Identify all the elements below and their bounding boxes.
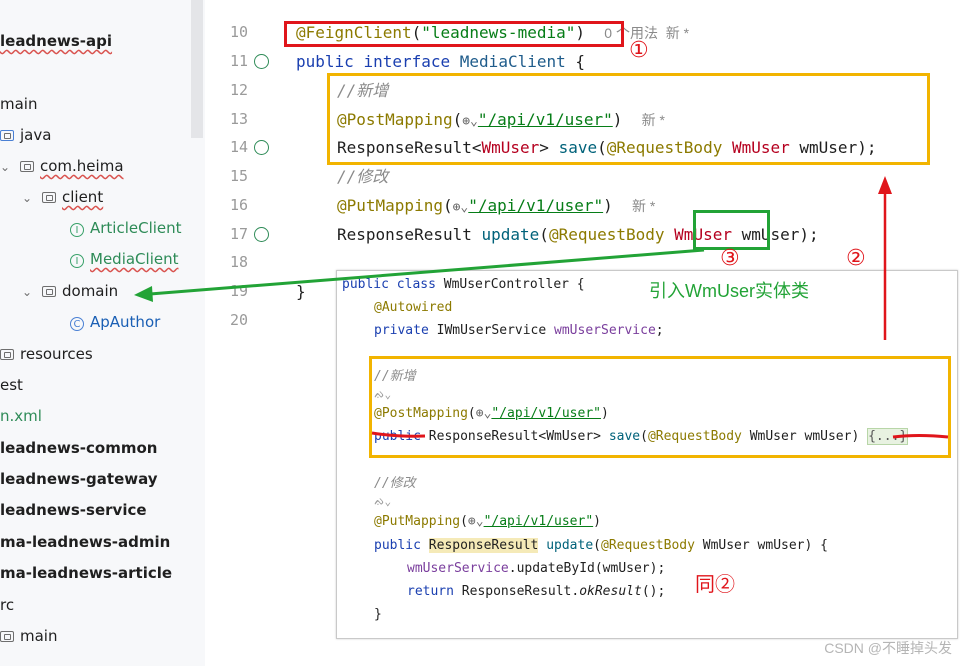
overlay-post-highlight-box bbox=[369, 356, 951, 458]
tree-item-leadnews-api[interactable]: leadnews-api bbox=[0, 26, 112, 57]
tree-item-resources[interactable]: resources bbox=[0, 339, 93, 370]
tree-item-leadnews-gateway[interactable]: leadnews-gateway bbox=[0, 464, 158, 495]
folder-icon bbox=[42, 286, 56, 297]
tree-item-leadnews-service[interactable]: leadnews-service bbox=[0, 495, 147, 526]
tree-item-com-heima[interactable]: ⌄ com.heima bbox=[0, 151, 124, 182]
marker-1: ① bbox=[629, 38, 649, 63]
folder-icon bbox=[0, 349, 14, 360]
watermark: CSDN @不睡掉头发 bbox=[824, 640, 952, 656]
globe-icon: ⊕⌄ bbox=[467, 514, 484, 529]
overlay-line: } bbox=[374, 607, 382, 622]
interface-icon: I bbox=[70, 254, 84, 268]
line-number: 16 bbox=[229, 196, 248, 214]
line-number: 17 bbox=[229, 225, 248, 243]
tree-item-media-client[interactable]: I MediaClient bbox=[70, 244, 178, 275]
tree-item-domain[interactable]: ⌄ domain bbox=[22, 276, 118, 307]
overlay-line: @PutMapping(⊕⌄"/api/v1/user") bbox=[374, 514, 601, 529]
overlay-line: private IWmUserService wmUserService; bbox=[374, 323, 664, 338]
line-number: 10 bbox=[229, 23, 248, 41]
interface-icon: I bbox=[70, 223, 84, 237]
tree-item-leadnews-admin[interactable]: ma-leadnews-admin bbox=[0, 527, 170, 558]
overlay-line: wmUserService.updateById(wmUser); bbox=[407, 561, 666, 576]
code-line-16[interactable]: @PutMapping(⊕⌄"/api/v1/user") 新 * bbox=[337, 191, 655, 220]
folder-icon bbox=[0, 130, 14, 141]
code-line-19[interactable]: } bbox=[296, 277, 306, 306]
tree-item-test[interactable]: est bbox=[0, 370, 23, 401]
globe-icon[interactable]: ⊕⌄ bbox=[453, 200, 469, 215]
overlay-line: return ResponseResult.okResult(); bbox=[407, 584, 666, 599]
line-number: 15 bbox=[229, 167, 248, 185]
line-number: 19 bbox=[229, 282, 248, 300]
chevron-down-icon[interactable]: ⌄ bbox=[22, 183, 36, 214]
line-number: 14 bbox=[229, 138, 248, 156]
note-import-wmuser: 引入WmUser实体类 bbox=[649, 281, 809, 301]
tree-item-pom-xml[interactable]: n.xml bbox=[0, 401, 42, 432]
tree-item-ap-author[interactable]: C ApAuthor bbox=[70, 307, 160, 338]
sidebar-scrollbar[interactable] bbox=[191, 0, 203, 138]
overlay-line: public class WmUserController { bbox=[342, 277, 585, 292]
code-line-11[interactable]: public interface MediaClient { bbox=[296, 47, 585, 76]
folder-icon bbox=[0, 631, 14, 642]
code-line-15[interactable]: //修改 bbox=[337, 162, 388, 191]
overlay-line: //修改 bbox=[374, 476, 416, 491]
web-endpoint-gutter-icon[interactable] bbox=[254, 227, 269, 242]
project-sidebar: leadnews-api main java ⌄ com.heima ⌄ clien… bbox=[0, 0, 205, 666]
folder-icon bbox=[20, 161, 34, 172]
line-number: 11 bbox=[229, 52, 248, 70]
note-same-as-2: 同② bbox=[695, 574, 735, 596]
tree-item-client[interactable]: ⌄ client bbox=[22, 182, 103, 213]
tree-item-leadnews-article[interactable]: ma-leadnews-article bbox=[0, 558, 172, 589]
tree-item-java[interactable]: java bbox=[0, 120, 51, 151]
chevron-down-icon[interactable]: ⌄ bbox=[22, 277, 36, 308]
wmuser-highlight-box bbox=[693, 210, 770, 250]
overlay-line: @Autowired bbox=[374, 300, 453, 315]
post-mapping-highlight-box bbox=[327, 73, 930, 165]
line-number: 20 bbox=[229, 311, 248, 329]
folder-icon bbox=[42, 192, 56, 203]
class-icon: C bbox=[70, 317, 84, 331]
line-number: 18 bbox=[229, 253, 248, 271]
marker-2: ② bbox=[846, 246, 866, 271]
tree-item-main[interactable]: main bbox=[0, 89, 37, 120]
line-number: 12 bbox=[229, 81, 248, 99]
wmuser-controller-snippet: public class WmUserController { @Autowir… bbox=[336, 270, 958, 639]
feign-client-highlight-box bbox=[284, 21, 624, 47]
overlay-inlay-icon: ᨁ⌄ bbox=[374, 495, 392, 508]
line-number: 13 bbox=[229, 110, 248, 128]
tree-item-main-2[interactable]: main bbox=[0, 621, 57, 652]
tree-item-leadnews-common[interactable]: leadnews-common bbox=[0, 433, 157, 464]
implementation-gutter-icon[interactable] bbox=[254, 54, 269, 69]
tree-item-src[interactable]: rc bbox=[0, 590, 14, 621]
tree-item-article-client[interactable]: I ArticleClient bbox=[70, 213, 182, 244]
red-arrow-head bbox=[878, 176, 892, 194]
web-endpoint-gutter-icon[interactable] bbox=[254, 140, 269, 155]
chevron-down-icon[interactable]: ⌄ bbox=[0, 152, 14, 183]
overlay-line: public ResponseResult update(@RequestBod… bbox=[374, 538, 828, 553]
marker-3: ③ bbox=[720, 246, 740, 271]
